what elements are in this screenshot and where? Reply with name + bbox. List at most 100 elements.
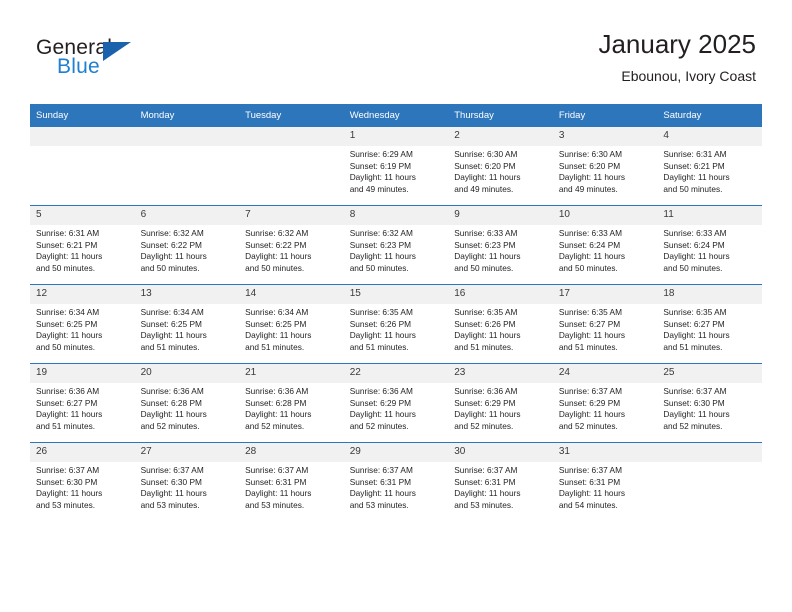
sunrise-time: Sunrise: 6:29 AM — [349, 149, 413, 159]
calendar-week-row: 1 Sunrise: 6:29 AM Sunset: 6:19 PM Daylight… — [30, 126, 762, 206]
daylight-duration-line1: Daylight: 11 hours — [454, 172, 521, 183]
sunset-time: Sunset: 6:24 PM — [663, 239, 725, 250]
title-block: January 2025 Ebounou, Ivory Coast — [598, 28, 756, 86]
daylight-duration-line2: and 52 minutes. — [245, 420, 305, 431]
calendar-week-row: 19 Sunrise: 6:36 AM Sunset: 6:27 PM Dayligh… — [30, 363, 762, 443]
calendar-day-cell[interactable]: 7 Sunrise: 6:32 AM Sunset: 6:22 PM Daylight… — [239, 205, 344, 285]
daylight-duration-line1: Daylight: 11 hours — [663, 330, 730, 341]
daylight-duration-line2: and 51 minutes. — [663, 341, 723, 352]
sunrise-time: Sunrise: 6:35 AM — [558, 307, 622, 317]
calendar-day-cell-empty — [657, 442, 762, 521]
daylight-duration-line2: and 53 minutes. — [140, 499, 200, 510]
calendar-day-cell[interactable]: 4 Sunrise: 6:31 AM Sunset: 6:21 PM Daylight… — [657, 126, 762, 206]
calendar-day-cell[interactable]: 23 Sunrise: 6:36 AM Sunset: 6:29 PM Dayligh… — [448, 363, 553, 443]
daylight-duration-line1: Daylight: 11 hours — [140, 251, 207, 262]
calendar-day-cell[interactable]: 3 Sunrise: 6:30 AM Sunset: 6:20 PM Daylight… — [552, 126, 658, 206]
day-number: 23 — [448, 364, 553, 383]
calendar-day-cell[interactable]: 22 Sunrise: 6:36 AM Sunset: 6:29 PM Dayligh… — [343, 363, 449, 443]
daylight-duration-line2: and 49 minutes. — [454, 183, 514, 194]
sunrise-time: Sunrise: 6:37 AM — [36, 465, 100, 475]
sunset-time: Sunset: 6:25 PM — [245, 318, 307, 329]
calendar-day-cell[interactable]: 12 Sunrise: 6:34 AM Sunset: 6:25 PM Dayligh… — [30, 284, 135, 364]
daylight-duration-line1: Daylight: 11 hours — [140, 488, 207, 499]
daylight-duration-line2: and 50 minutes. — [663, 183, 723, 194]
day-number: 24 — [552, 364, 658, 383]
sunset-time: Sunset: 6:30 PM — [36, 476, 98, 487]
daylight-duration-line1: Daylight: 11 hours — [140, 330, 207, 341]
daylight-duration-line1: Daylight: 11 hours — [558, 172, 626, 183]
daylight-duration-line1: Daylight: 11 hours — [36, 488, 103, 499]
day-number: 29 — [343, 443, 449, 462]
daylight-duration-line2: and 50 minutes. — [36, 262, 96, 273]
calendar-day-cell[interactable]: 31 Sunrise: 6:37 AM Sunset: 6:31 PM Dayligh… — [552, 442, 658, 521]
daylight-duration-line2: and 51 minutes. — [245, 341, 305, 352]
calendar-day-cell[interactable]: 8 Sunrise: 6:32 AM Sunset: 6:23 PM Daylight… — [343, 205, 449, 285]
sunrise-time: Sunrise: 6:32 AM — [140, 228, 204, 238]
day-details: Sunrise: 6:31 AM Sunset: 6:21 PM Daylight:… — [657, 146, 762, 195]
sunset-time: Sunset: 6:31 PM — [245, 476, 307, 487]
day-details: Sunrise: 6:36 AM Sunset: 6:27 PM Daylight:… — [30, 383, 135, 432]
calendar-day-cell[interactable]: 27 Sunrise: 6:37 AM Sunset: 6:30 PM Dayligh… — [134, 442, 240, 521]
day-number: 19 — [30, 364, 135, 383]
daylight-duration-line1: Daylight: 11 hours — [349, 488, 416, 499]
calendar-page: General Blue January 2025 Ebounou, Ivory… — [0, 0, 792, 612]
sunset-time: Sunset: 6:29 PM — [454, 397, 516, 408]
sunset-time: Sunset: 6:31 PM — [454, 476, 516, 487]
day-details: Sunrise: 6:35 AM Sunset: 6:26 PM Daylight:… — [448, 304, 553, 353]
sunset-time: Sunset: 6:20 PM — [454, 160, 516, 171]
calendar-day-cell[interactable]: 9 Sunrise: 6:33 AM Sunset: 6:23 PM Daylight… — [448, 205, 553, 285]
daylight-duration-line1: Daylight: 11 hours — [245, 330, 312, 341]
day-number: 14 — [239, 285, 344, 304]
calendar-day-cell[interactable]: 24 Sunrise: 6:37 AM Sunset: 6:29 PM Dayligh… — [552, 363, 658, 443]
sunrise-time: Sunrise: 6:30 AM — [454, 149, 518, 159]
daylight-duration-line1: Daylight: 11 hours — [36, 409, 103, 420]
calendar-day-cell[interactable]: 11 Sunrise: 6:33 AM Sunset: 6:24 PM Dayligh… — [657, 205, 762, 285]
sunrise-time: Sunrise: 6:32 AM — [349, 228, 413, 238]
calendar-day-cell[interactable]: 15 Sunrise: 6:35 AM Sunset: 6:26 PM Dayligh… — [343, 284, 449, 364]
calendar-day-cell[interactable]: 13 Sunrise: 6:34 AM Sunset: 6:25 PM Dayligh… — [134, 284, 240, 364]
daylight-duration-line2: and 49 minutes. — [558, 183, 618, 194]
calendar-day-cell[interactable]: 10 Sunrise: 6:33 AM Sunset: 6:24 PM Dayligh… — [552, 205, 658, 285]
day-number: 6 — [134, 206, 240, 225]
daylight-duration-line1: Daylight: 11 hours — [663, 251, 730, 262]
day-details: Sunrise: 6:31 AM Sunset: 6:21 PM Daylight:… — [30, 225, 135, 274]
calendar-day-cell[interactable]: 28 Sunrise: 6:37 AM Sunset: 6:31 PM Dayligh… — [239, 442, 344, 521]
day-details: Sunrise: 6:33 AM Sunset: 6:23 PM Daylight:… — [448, 225, 553, 274]
day-number: 21 — [239, 364, 344, 383]
logo-text-blue: Blue — [57, 55, 100, 78]
calendar-day-cell[interactable]: 6 Sunrise: 6:32 AM Sunset: 6:22 PM Daylight… — [134, 205, 240, 285]
day-number: 17 — [552, 285, 658, 304]
day-details: Sunrise: 6:36 AM Sunset: 6:28 PM Daylight:… — [239, 383, 344, 432]
day-number: 31 — [552, 443, 658, 462]
sunrise-time: Sunrise: 6:31 AM — [663, 149, 727, 159]
calendar-day-cell[interactable]: 21 Sunrise: 6:36 AM Sunset: 6:28 PM Dayligh… — [239, 363, 344, 443]
calendar-day-cell[interactable]: 5 Sunrise: 6:31 AM Sunset: 6:21 PM Daylight… — [30, 205, 135, 285]
daylight-duration-line2: and 53 minutes. — [454, 499, 514, 510]
day-number: 27 — [134, 443, 240, 462]
day-details: Sunrise: 6:37 AM Sunset: 6:30 PM Daylight:… — [657, 383, 762, 432]
calendar-day-cell[interactable]: 14 Sunrise: 6:34 AM Sunset: 6:25 PM Dayligh… — [239, 284, 344, 364]
daylight-duration-line2: and 54 minutes. — [558, 499, 618, 510]
sunset-time: Sunset: 6:27 PM — [558, 318, 621, 329]
sunset-time: Sunset: 6:22 PM — [245, 239, 307, 250]
sunrise-time: Sunrise: 6:37 AM — [558, 465, 622, 475]
calendar-day-cell[interactable]: 1 Sunrise: 6:29 AM Sunset: 6:19 PM Daylight… — [343, 126, 449, 206]
day-details: Sunrise: 6:35 AM Sunset: 6:26 PM Daylight:… — [344, 304, 449, 353]
daylight-duration-line1: Daylight: 11 hours — [558, 409, 626, 420]
calendar-day-cell[interactable]: 25 Sunrise: 6:37 AM Sunset: 6:30 PM Dayligh… — [657, 363, 762, 443]
day-details: Sunrise: 6:37 AM Sunset: 6:31 PM Daylight:… — [448, 462, 553, 511]
calendar-day-cell[interactable]: 2 Sunrise: 6:30 AM Sunset: 6:20 PM Daylight… — [448, 126, 553, 206]
day-details: Sunrise: 6:37 AM Sunset: 6:31 PM Daylight:… — [344, 462, 449, 511]
calendar-day-cell[interactable]: 18 Sunrise: 6:35 AM Sunset: 6:27 PM Dayligh… — [657, 284, 762, 364]
calendar-day-cell[interactable]: 17 Sunrise: 6:35 AM Sunset: 6:27 PM Dayligh… — [552, 284, 658, 364]
day-details: Sunrise: 6:32 AM Sunset: 6:22 PM Daylight:… — [239, 225, 344, 274]
calendar-day-cell[interactable]: 20 Sunrise: 6:36 AM Sunset: 6:28 PM Dayligh… — [134, 363, 240, 443]
calendar-day-cell[interactable]: 29 Sunrise: 6:37 AM Sunset: 6:31 PM Dayligh… — [343, 442, 449, 521]
sunrise-time: Sunrise: 6:34 AM — [245, 307, 309, 317]
calendar-day-cell[interactable]: 30 Sunrise: 6:37 AM Sunset: 6:31 PM Dayligh… — [448, 442, 553, 521]
calendar-day-cell[interactable]: 16 Sunrise: 6:35 AM Sunset: 6:26 PM Dayligh… — [448, 284, 553, 364]
page-header: General Blue January 2025 Ebounou, Ivory… — [0, 0, 792, 100]
calendar-day-cell[interactable]: 26 Sunrise: 6:37 AM Sunset: 6:30 PM Dayligh… — [30, 442, 135, 521]
daylight-duration-line1: Daylight: 11 hours — [454, 251, 521, 262]
calendar-day-cell[interactable]: 19 Sunrise: 6:36 AM Sunset: 6:27 PM Dayligh… — [30, 363, 135, 443]
